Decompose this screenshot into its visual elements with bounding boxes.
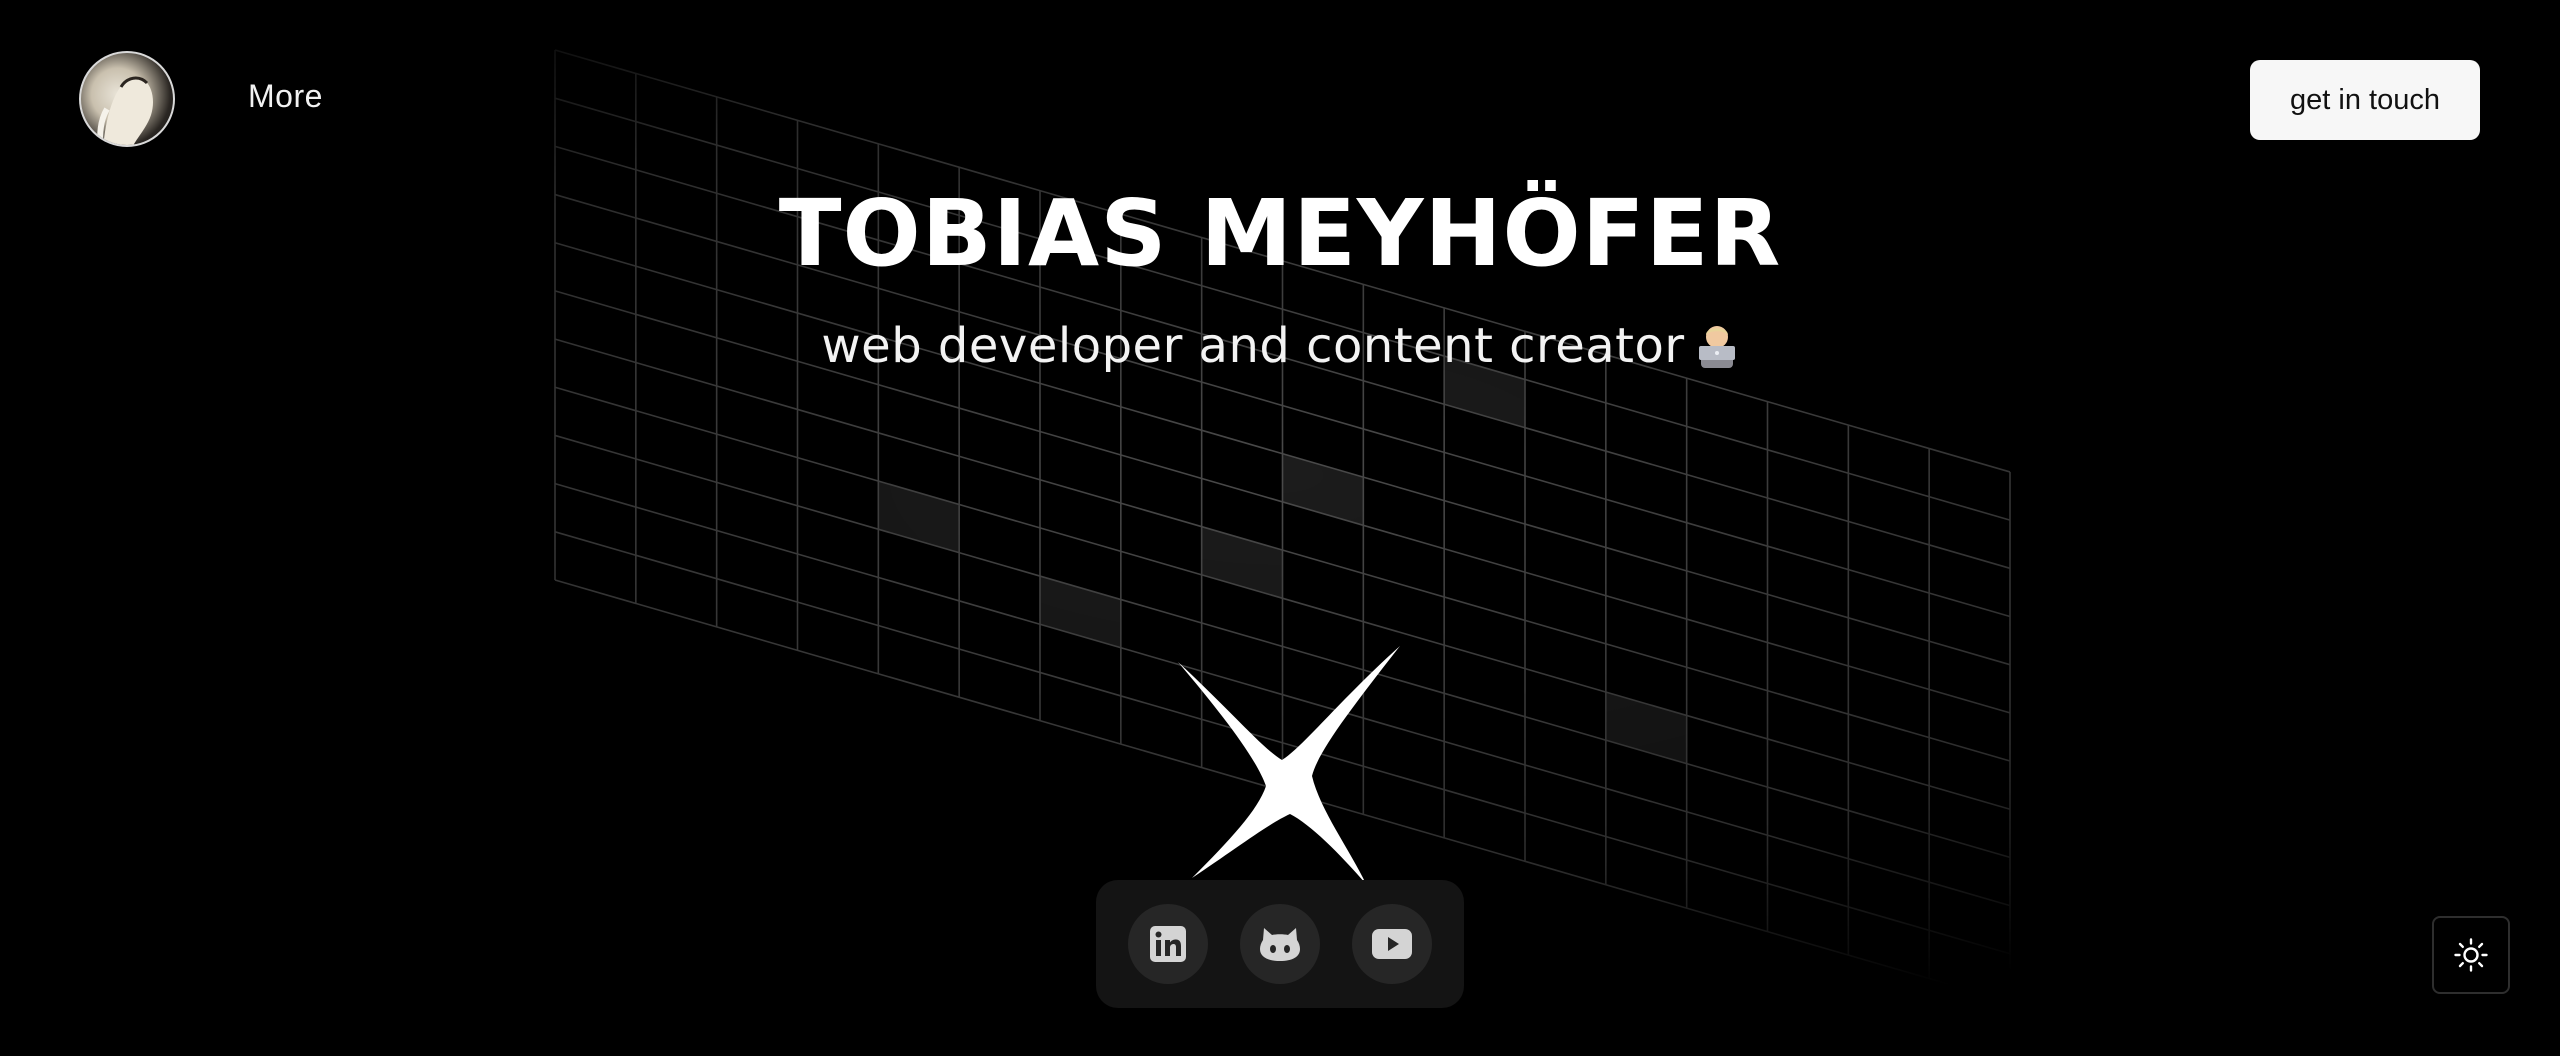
profile-photo: [97, 76, 153, 145]
get-in-touch-button[interactable]: get in touch: [2250, 60, 2480, 140]
sun-icon: [2454, 938, 2488, 972]
page-title: TOBIAS MEYHÖFER: [778, 180, 1782, 287]
youtube-link[interactable]: [1352, 904, 1432, 984]
nav-more-link[interactable]: More: [248, 78, 323, 115]
page-subtitle-row: web developer and content creator: [0, 318, 2560, 374]
youtube-icon: [1372, 929, 1412, 959]
linkedin-link[interactable]: [1128, 904, 1208, 984]
linkedin-icon: [1150, 926, 1186, 962]
star-logo-icon: [1170, 640, 1410, 890]
theme-toggle-button[interactable]: [2432, 916, 2510, 994]
landing-page: More get in touch TOBIAS MEYHÖFER web de…: [0, 0, 2560, 1056]
avatar[interactable]: [79, 51, 175, 147]
social-links-dock: [1096, 880, 1464, 1008]
page-subtitle: web developer and content creator: [821, 318, 1685, 374]
technologist-emoji-icon: [1695, 322, 1739, 368]
github-icon: [1260, 928, 1300, 961]
github-link[interactable]: [1240, 904, 1320, 984]
